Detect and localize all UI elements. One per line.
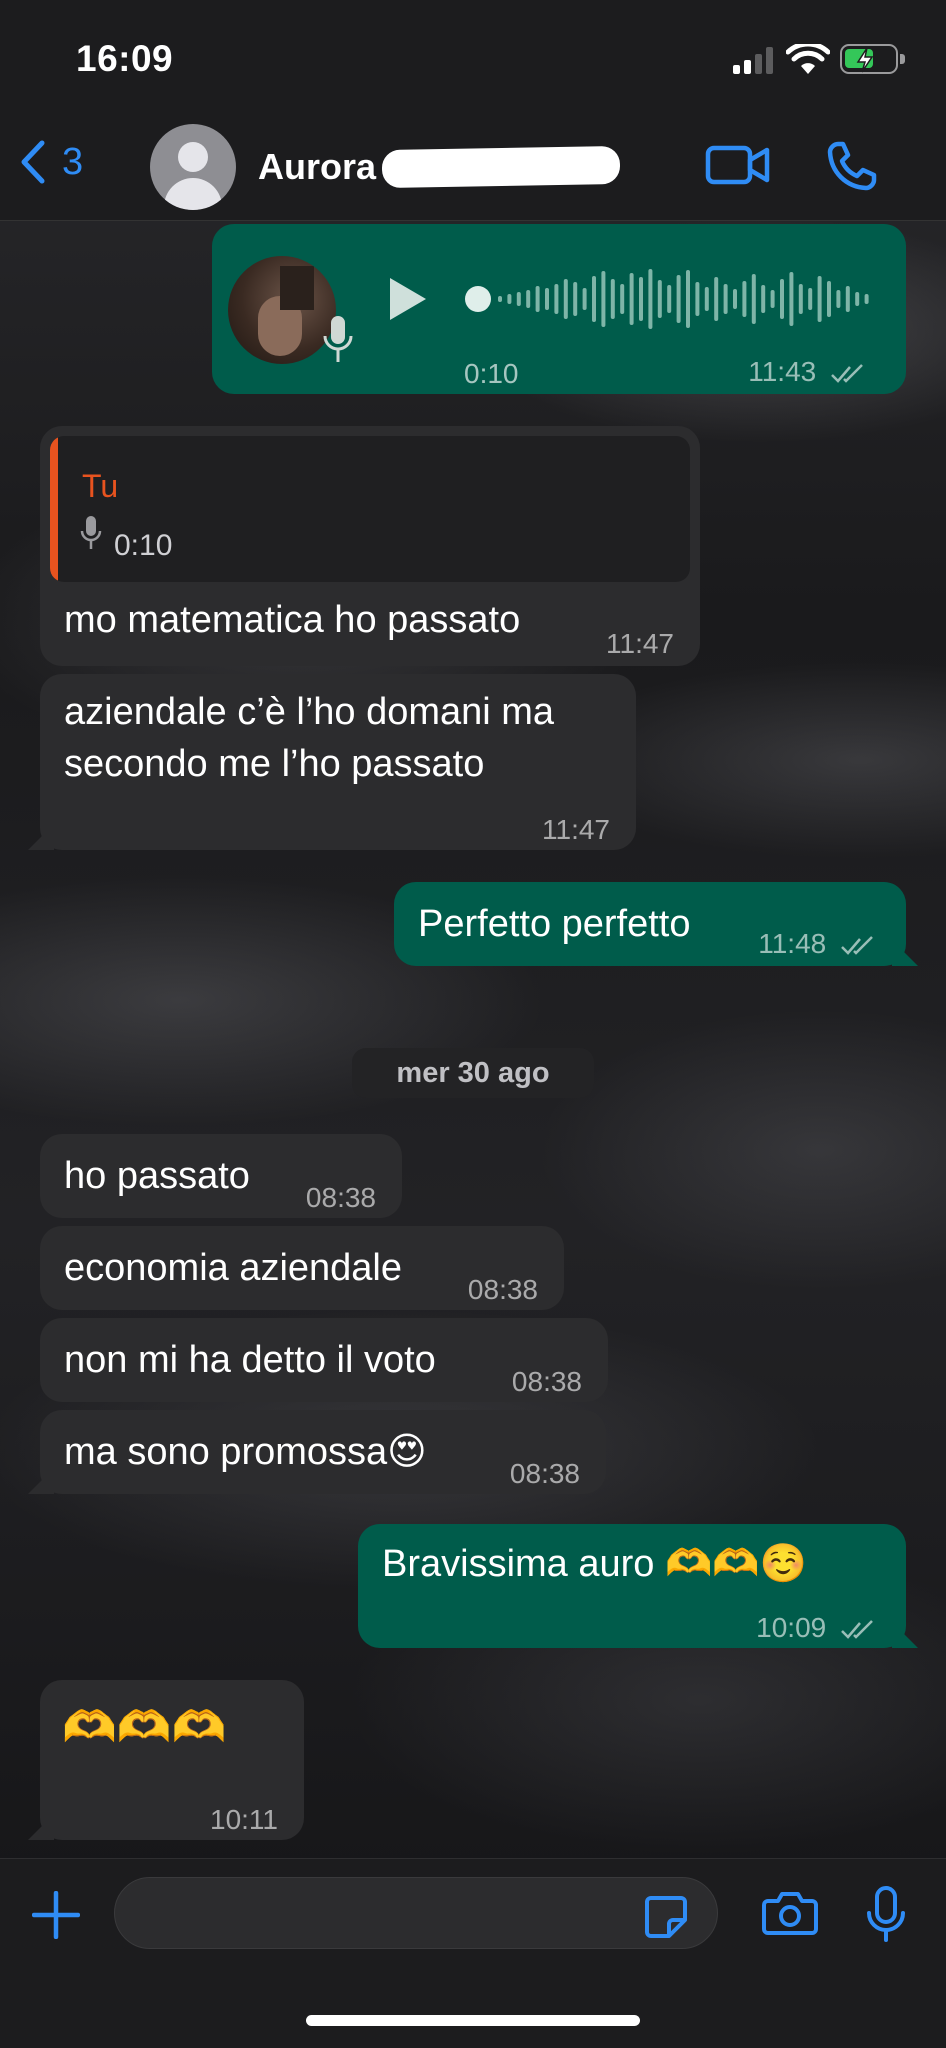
message-time: 10:11 [210, 1804, 278, 1835]
message-time: 10:09 [756, 1602, 876, 1654]
wifi-icon [786, 44, 830, 74]
message-text: 🫶🫶🫶 [62, 1703, 227, 1752]
message-time: 08:38 [509, 1458, 580, 1489]
incoming-reply-bubble[interactable]: Tu 0:10 mo matematica ho passato 11:47 [40, 426, 700, 666]
incoming-message-bubble[interactable]: ho passato 08:38 [40, 1134, 402, 1218]
message-text: ho passato [64, 1155, 250, 1197]
message-text: secondo me l’ho passato [64, 743, 485, 785]
quoted-message[interactable]: Tu 0:10 [50, 436, 690, 582]
message-time: 11:48 [758, 918, 876, 970]
sticker-icon[interactable] [643, 1894, 689, 1940]
message-time: 08:38 [467, 1274, 538, 1305]
date-separator: mer 30 ago [352, 1048, 594, 1098]
mic-icon [80, 516, 102, 549]
message-time: 11:47 [542, 814, 610, 845]
voice-duration: 0:10 [464, 358, 519, 389]
message-text: ma sono promossa😍 [64, 1431, 427, 1473]
sender-avatar [228, 256, 336, 364]
double-check-icon [841, 935, 873, 955]
double-check-icon [841, 1619, 873, 1639]
message-input[interactable] [114, 1877, 718, 1949]
incoming-message-bubble[interactable]: 🫶🫶🫶 10:11 [40, 1680, 304, 1840]
unread-count: 3 [62, 140, 84, 183]
mic-icon [323, 316, 353, 362]
mic-icon[interactable] [866, 1885, 906, 1943]
outgoing-message-bubble[interactable]: Perfetto perfetto 11:48 [394, 882, 906, 966]
redaction-mark [381, 145, 621, 189]
waveform[interactable] [460, 264, 880, 334]
cell-signal-icon [733, 46, 773, 74]
plus-icon[interactable] [32, 1891, 80, 1939]
quote-author: Tu [82, 468, 119, 504]
camera-icon[interactable] [762, 1889, 818, 1935]
status-bar: 16:09 [0, 0, 946, 110]
video-call-button[interactable] [705, 142, 771, 188]
message-time: 11:43 [748, 346, 866, 398]
back-button[interactable]: 3 [20, 140, 83, 184]
incoming-message-bubble[interactable]: aziendale c’è l’ho domani ma secondo me … [40, 674, 636, 850]
battery-icon [840, 44, 905, 74]
home-indicator [306, 2015, 640, 2026]
incoming-message-bubble[interactable]: ma sono promossa😍 08:38 [40, 1410, 606, 1494]
outgoing-message-bubble[interactable]: Bravissima auro 🫶🫶☺️ 10:09 [358, 1524, 906, 1648]
message-composer [0, 1858, 946, 2048]
message-text: aziendale c’è l’ho domani ma [64, 691, 555, 733]
message-time: 11:47 [606, 628, 674, 659]
status-time: 16:09 [76, 38, 174, 79]
message-text: Bravissima auro 🫶🫶☺️ [382, 1543, 807, 1585]
message-text: non mi ha detto il voto [64, 1339, 436, 1381]
play-icon[interactable] [384, 274, 430, 324]
contact-name[interactable]: Aurora [258, 146, 376, 188]
contact-avatar[interactable] [150, 124, 236, 210]
message-text: Perfetto perfetto [418, 903, 691, 945]
message-time: 08:38 [511, 1366, 582, 1397]
incoming-message-bubble[interactable]: non mi ha detto il voto 08:38 [40, 1318, 608, 1402]
phone-call-button[interactable] [826, 140, 878, 192]
message-time: 08:38 [305, 1182, 376, 1213]
double-check-icon [831, 363, 863, 383]
message-text: mo matematica ho passato [64, 599, 521, 641]
incoming-message-bubble[interactable]: economia aziendale 08:38 [40, 1226, 564, 1310]
chevron-left-icon [21, 140, 45, 184]
chat-header: 3 Aurora [0, 110, 946, 221]
message-text: economia aziendale [64, 1247, 403, 1289]
voice-message-bubble[interactable]: 0:10 11:43 [212, 224, 906, 394]
quote-duration: 0:10 [114, 529, 173, 562]
quote-accent-bar [50, 436, 58, 582]
